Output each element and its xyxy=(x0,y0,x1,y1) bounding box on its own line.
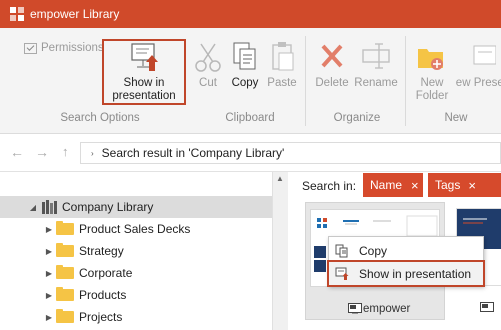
folder-icon xyxy=(56,221,74,235)
presentation-file-icon xyxy=(480,302,494,312)
context-menu-copy-label: Copy xyxy=(359,243,388,258)
delete-label: Delete xyxy=(315,77,349,89)
up-arrow-icon[interactable]: ↑ xyxy=(62,144,69,159)
rename-icon xyxy=(362,43,390,69)
permissions-check-icon xyxy=(24,42,37,54)
permissions-label: Permissions xyxy=(41,42,104,54)
result-card-label: empower xyxy=(363,303,411,315)
rename-label: Rename xyxy=(354,77,398,89)
tree-root-label: Company Library xyxy=(62,200,154,214)
tree-item[interactable]: ▶ Corporate xyxy=(0,262,272,284)
breadcrumb[interactable]: › Search result in 'Company Library' xyxy=(80,142,501,164)
tree-item-label: Strategy xyxy=(79,244,124,258)
collapsed-arrow-icon[interactable]: ▶ xyxy=(42,313,56,322)
new-folder-label: New Folder xyxy=(415,77,449,102)
filter-tags-close-icon[interactable]: × xyxy=(468,178,476,193)
new-folder-icon xyxy=(418,49,443,70)
breadcrumb-chevron-icon: › xyxy=(91,148,94,158)
filter-name-close-icon[interactable]: × xyxy=(411,178,419,193)
search-filter-name[interactable]: Name × xyxy=(363,173,423,197)
collapsed-arrow-icon[interactable]: ▶ xyxy=(42,269,56,278)
search-in-label: Search in: xyxy=(302,179,357,193)
ribbon-separator xyxy=(305,36,306,126)
group-organize: Organize xyxy=(333,112,381,124)
app-logo-icon xyxy=(10,7,24,21)
folder-icon xyxy=(56,265,74,279)
copy-button[interactable]: Copy xyxy=(228,40,262,90)
scroll-up-icon[interactable]: ▲ xyxy=(276,174,284,183)
cut-button[interactable]: Cut xyxy=(193,40,223,90)
back-arrow-icon[interactable]: ← xyxy=(10,144,24,160)
tree-item-label: Corporate xyxy=(79,266,133,280)
show-in-presentation-icon xyxy=(131,43,158,71)
permissions-checkbox[interactable]: Permissions xyxy=(24,42,104,54)
paste-icon xyxy=(272,42,294,71)
collapsed-arrow-icon[interactable]: ▶ xyxy=(42,225,56,234)
new-folder-button[interactable]: New Folder xyxy=(410,40,454,103)
title-bar: empower Library xyxy=(0,0,501,28)
tree-item-label: Product Sales Decks xyxy=(79,222,191,236)
collapsed-arrow-icon[interactable]: ▶ xyxy=(42,247,56,256)
context-menu-show-label: Show in presentation xyxy=(359,266,472,281)
tree-item-label: Products xyxy=(79,288,127,302)
paste-button[interactable]: Paste xyxy=(264,40,300,90)
paste-label: Paste xyxy=(267,77,297,89)
context-menu-copy[interactable]: Copy xyxy=(329,239,483,262)
tree-root[interactable]: ◢ Company Library xyxy=(0,196,272,218)
filter-tags-label: Tags xyxy=(435,178,461,192)
library-icon xyxy=(42,200,57,214)
presentation-file-icon xyxy=(348,303,362,314)
group-new: New xyxy=(444,112,468,124)
collapsed-arrow-icon[interactable]: ▶ xyxy=(42,291,56,300)
new-presentation-icon xyxy=(473,45,496,65)
folder-tree: ◢ Company Library ▶ Product Sales Decks … xyxy=(0,186,272,330)
app-title: empower Library xyxy=(30,7,120,21)
copy-icon xyxy=(233,42,256,70)
tree-item[interactable]: ▶ Products xyxy=(0,284,272,306)
tree-item[interactable]: ▶ Projects xyxy=(0,306,272,328)
cut-label: Cut xyxy=(199,77,217,89)
new-presentation-label: New Present xyxy=(456,77,501,89)
scissors-icon xyxy=(195,43,221,72)
filter-name-label: Name xyxy=(370,178,403,192)
search-filter-tags[interactable]: Tags × xyxy=(428,173,501,197)
context-menu: Copy Show in presentation xyxy=(327,236,485,287)
ribbon: Permissions Show in presentation Cut Cop… xyxy=(0,28,501,134)
expanded-arrow-icon[interactable]: ◢ xyxy=(26,203,40,212)
tree-item[interactable]: ▶ Product Sales Decks xyxy=(0,218,272,240)
delete-icon xyxy=(321,44,343,68)
group-clipboard: Clipboard xyxy=(225,112,275,124)
group-search-options: Search Options xyxy=(60,112,140,124)
show-in-presentation-button[interactable]: Show in presentation xyxy=(106,40,182,103)
folder-icon xyxy=(56,309,74,323)
address-bar: ← → ↑ › Search result in 'Company Librar… xyxy=(0,134,501,172)
forward-arrow-icon[interactable]: → xyxy=(35,144,49,160)
show-in-presentation-label: Show in presentation xyxy=(112,77,176,102)
ribbon-separator xyxy=(405,36,406,126)
show-in-presentation-icon xyxy=(335,267,349,280)
folder-icon xyxy=(56,287,74,301)
new-presentation-button[interactable]: New Present xyxy=(456,40,501,90)
folder-icon xyxy=(56,243,74,257)
vertical-scrollbar[interactable]: ▲ xyxy=(272,172,288,330)
copy-icon xyxy=(335,244,348,257)
context-menu-show-in-presentation[interactable]: Show in presentation xyxy=(327,260,485,287)
breadcrumb-path: Search result in 'Company Library' xyxy=(101,146,285,160)
tree-item[interactable]: ▶ Strategy xyxy=(0,240,272,262)
delete-button[interactable]: Delete xyxy=(312,40,352,90)
tree-item-label: Projects xyxy=(79,310,123,324)
copy-label: Copy xyxy=(231,77,259,89)
rename-button[interactable]: Rename xyxy=(354,40,398,90)
